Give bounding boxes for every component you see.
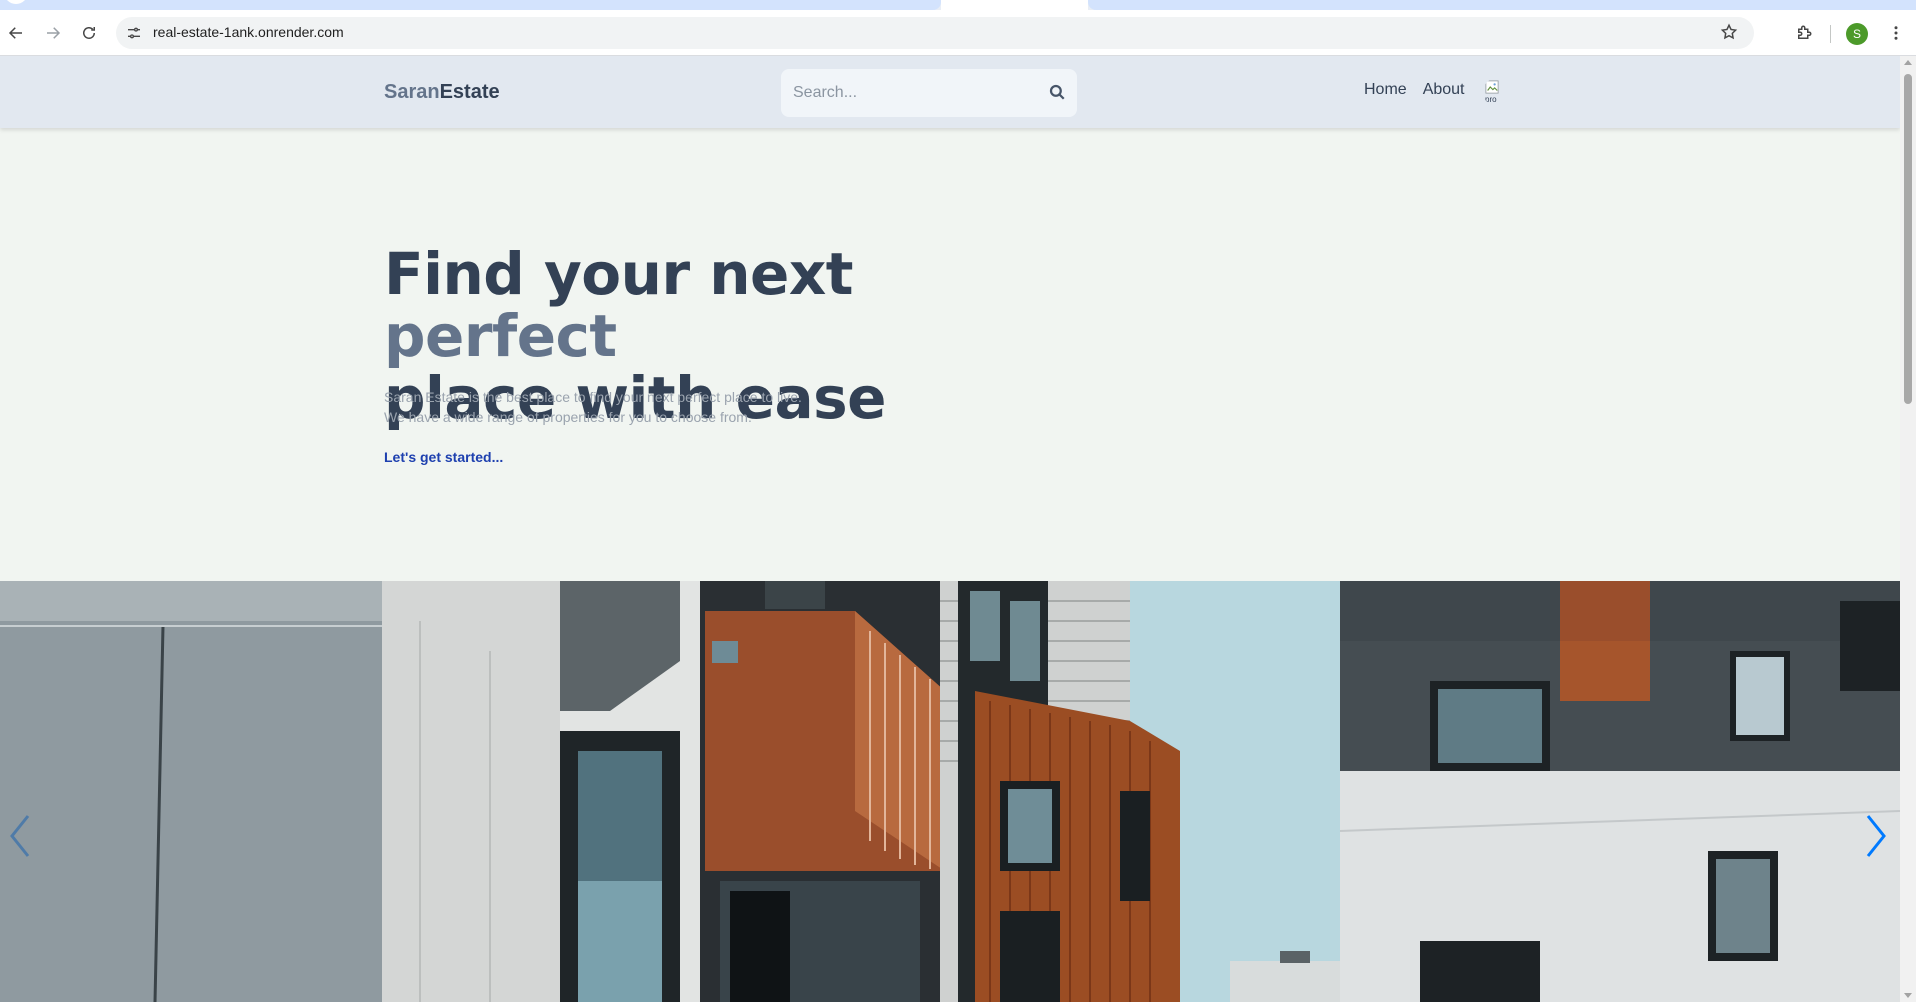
url-text: real-estate-1ank.onrender.com xyxy=(153,24,344,40)
scroll-thumb[interactable] xyxy=(1904,74,1912,404)
site-header: SaranEstate Home About pro xyxy=(0,56,1900,128)
page-scrollbar[interactable] xyxy=(1900,56,1916,1002)
reload-icon xyxy=(83,27,95,39)
address-bar[interactable]: real-estate-1ank.onrender.com xyxy=(116,17,1754,49)
hero-description-line1: Saran Estate is the best place to find y… xyxy=(384,389,802,405)
hero-section: Find your next perfect place with ease S… xyxy=(0,128,1900,580)
slider-next-button[interactable] xyxy=(1862,810,1890,862)
tab-strip xyxy=(0,0,1916,14)
hero-description: Saran Estate is the best place to find y… xyxy=(384,387,904,427)
hero-title-part1: Find your next xyxy=(384,240,854,308)
hero-title-accent: perfect xyxy=(384,302,617,370)
nav-about-link[interactable]: About xyxy=(1423,81,1465,99)
search-button[interactable] xyxy=(1047,83,1067,103)
user-avatar-link[interactable]: pro xyxy=(1483,78,1511,106)
broken-image-icon xyxy=(1485,80,1499,94)
search-icon xyxy=(1049,84,1065,100)
nav-home-link[interactable]: Home xyxy=(1364,81,1407,99)
brand-logo-link[interactable]: SaranEstate xyxy=(384,81,500,104)
avatar-alt-text: pro xyxy=(1485,95,1497,104)
kebab-menu-icon xyxy=(1894,26,1898,40)
listing-image-slider xyxy=(0,581,1900,1002)
arrow-left-icon xyxy=(8,27,22,39)
star-icon xyxy=(1720,23,1738,40)
chevron-right-icon xyxy=(1866,815,1886,857)
browser-toolbar: real-estate-1ank.onrender.com S xyxy=(0,10,1916,56)
scroll-up-arrow[interactable] xyxy=(1904,60,1912,65)
main-nav: Home About xyxy=(1364,81,1465,99)
site-info-button[interactable] xyxy=(124,23,144,43)
inactive-tab-right[interactable] xyxy=(1088,0,1916,10)
apartment-buildings-photo xyxy=(0,581,1900,1002)
puzzle-icon xyxy=(1798,25,1812,39)
hero-description-line2: We have a wide range of properties for y… xyxy=(384,409,752,425)
inactive-tab-left[interactable] xyxy=(0,0,941,10)
arrow-right-icon xyxy=(47,27,61,39)
slider-prev-button[interactable] xyxy=(6,810,34,862)
tab-favicon xyxy=(4,0,28,4)
bookmark-star-button[interactable] xyxy=(1720,23,1740,43)
search-form xyxy=(781,69,1077,117)
tune-icon xyxy=(128,27,140,39)
profile-avatar-button[interactable]: S xyxy=(1846,23,1868,45)
brand-part-estate: Estate xyxy=(439,81,500,103)
toolbar-divider xyxy=(1830,25,1831,43)
brand-part-saran: Saran xyxy=(384,81,440,103)
scroll-down-arrow[interactable] xyxy=(1904,993,1912,998)
extensions-button[interactable] xyxy=(1790,19,1818,47)
get-started-link[interactable]: Let's get started... xyxy=(384,449,503,465)
search-input[interactable] xyxy=(793,81,1033,105)
forward-button[interactable] xyxy=(39,19,67,47)
chevron-left-icon xyxy=(10,815,30,857)
page-viewport: SaranEstate Home About pro Find your nex… xyxy=(0,56,1900,1002)
back-button[interactable] xyxy=(2,19,30,47)
browser-menu-button[interactable] xyxy=(1882,19,1910,47)
reload-button[interactable] xyxy=(75,19,103,47)
